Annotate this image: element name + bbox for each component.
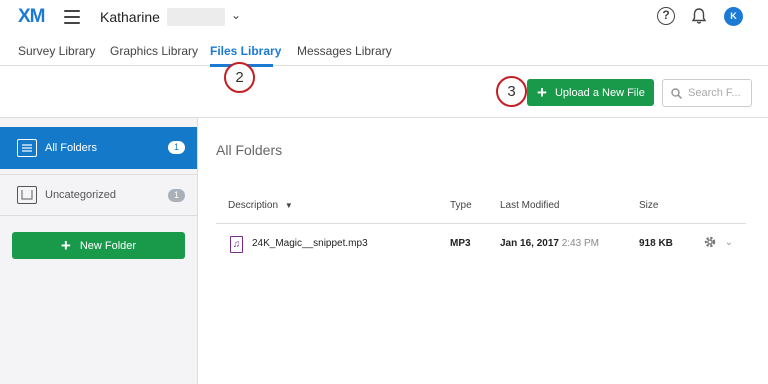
gear-icon: [704, 236, 716, 248]
row-actions-menu[interactable]: ⌄: [703, 235, 733, 249]
folder-count-badge: 1: [168, 141, 185, 154]
tab-files-library[interactable]: Files Library: [210, 44, 281, 58]
table-divider: [216, 223, 746, 224]
folder-label: Uncategorized: [45, 189, 116, 201]
file-modified: Jan 16, 2017 2:43 PM: [500, 238, 599, 249]
list-icon: [17, 139, 37, 157]
tab-graphics-library[interactable]: Graphics Library: [110, 44, 198, 58]
audio-file-icon: ♫: [230, 236, 243, 253]
folder-all-folders[interactable]: All Folders 1: [0, 127, 197, 169]
account-name[interactable]: Katharine: [100, 9, 160, 25]
column-header-last-modified[interactable]: Last Modified: [500, 200, 559, 211]
tab-survey-library[interactable]: Survey Library: [18, 44, 95, 58]
new-folder-button[interactable]: + New Folder: [12, 232, 185, 259]
column-header-size[interactable]: Size: [639, 200, 658, 211]
action-bar: + Upload a New File Search F...: [0, 66, 768, 118]
page-title: All Folders: [216, 142, 283, 158]
upload-button-label: Upload a New File: [554, 86, 645, 99]
file-size: 918 KB: [639, 238, 673, 249]
modified-date: Jan 16, 2017: [500, 238, 559, 249]
folder-uncategorized[interactable]: Uncategorized 1: [0, 174, 197, 216]
new-folder-label: New Folder: [79, 239, 137, 252]
help-icon[interactable]: ?: [657, 7, 675, 25]
sort-desc-icon: ▼: [284, 201, 293, 210]
folder-count-badge: 1: [168, 189, 185, 202]
column-header-description[interactable]: Description ▼: [228, 200, 293, 211]
folder-sidebar: All Folders 1 Uncategorized 1 + New Fold…: [0, 118, 198, 384]
file-name-link[interactable]: 24K_Magic__snippet.mp3: [252, 238, 368, 249]
column-header-type[interactable]: Type: [450, 200, 472, 211]
xm-logo[interactable]: XM: [18, 6, 45, 28]
chevron-down-icon[interactable]: ⌄: [231, 8, 241, 22]
file-type: MP3: [450, 238, 471, 249]
modified-time: 2:43 PM: [561, 238, 599, 249]
plus-icon: +: [537, 83, 547, 102]
plus-icon: +: [60, 236, 71, 255]
avatar[interactable]: K: [724, 7, 743, 26]
bell-icon[interactable]: [691, 7, 707, 25]
folder-label: All Folders: [45, 142, 97, 154]
annotation-step-3: 3: [496, 76, 527, 107]
inbox-icon: [17, 186, 37, 204]
search-icon: [671, 87, 682, 99]
redacted-name-block: [167, 8, 225, 26]
top-bar: XM Katharine ⌄ ? K: [0, 0, 768, 36]
library-tabs: Survey Library Graphics Library Files Li…: [0, 36, 768, 67]
upload-new-file-button[interactable]: + Upload a New File: [527, 79, 654, 106]
chevron-down-icon: ⌄: [724, 236, 734, 248]
search-placeholder: Search F...: [688, 87, 741, 99]
search-input[interactable]: Search F...: [662, 79, 752, 107]
column-label: Description: [228, 200, 279, 211]
menu-icon[interactable]: [64, 10, 80, 24]
tab-messages-library[interactable]: Messages Library: [297, 44, 392, 58]
